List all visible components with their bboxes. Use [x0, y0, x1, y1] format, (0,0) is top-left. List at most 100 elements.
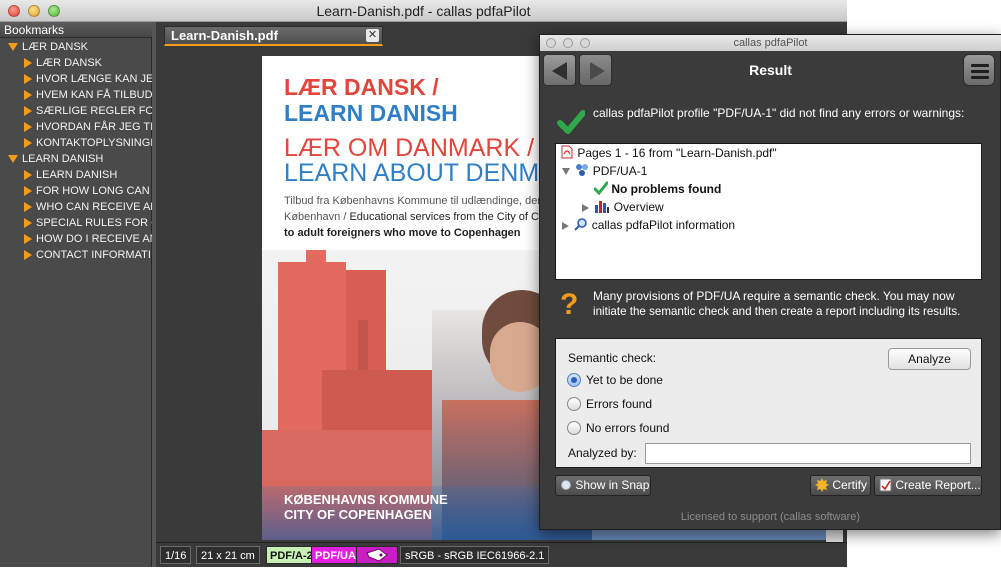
scroll-corner	[826, 528, 843, 542]
disclosure-right-icon[interactable]	[24, 138, 32, 149]
disclosure-right-icon[interactable]	[24, 122, 32, 133]
bookmark-label: LÆR DANSK	[36, 57, 103, 69]
radio-no-errors-found[interactable]	[567, 421, 581, 435]
disclosure-right-icon[interactable]	[24, 186, 32, 197]
bookmark-item[interactable]: SPECIAL RULES FOR C	[24, 215, 152, 231]
bookmark-label: HVORDAN FÅR JEG TI	[36, 121, 152, 133]
disclosure-right-icon[interactable]	[24, 250, 32, 261]
page-body-danish: København /	[284, 211, 350, 223]
bookmark-label: HVOR LÆNGE KAN JEG	[36, 73, 152, 85]
tree-row-profile[interactable]: PDF/UA-1	[562, 163, 647, 179]
bookmark-label: HVEM KAN FÅ TILBUD	[36, 89, 152, 101]
document-tab-label: Learn-Danish.pdf	[171, 28, 278, 43]
page-body-english: Educational services from the City of Co	[349, 211, 546, 223]
disclosure-right-icon[interactable]	[24, 202, 32, 213]
bookmark-item[interactable]: FOR HOW LONG CAN	[24, 183, 152, 199]
bookmark-label: LÆR DANSK	[22, 41, 89, 53]
tree-row-info[interactable]: callas pdfaPilot information	[562, 217, 735, 233]
disclosure-right-icon[interactable]	[24, 234, 32, 245]
disclosure-right-icon[interactable]	[24, 170, 32, 181]
disclosure-right-icon[interactable]	[24, 58, 32, 69]
certify-label: Certify	[832, 478, 868, 492]
bookmark-item[interactable]: HVEM KAN FÅ TILBUD	[24, 87, 152, 103]
dialog-title: callas pdfaPilot	[733, 37, 808, 49]
kommune-line-2: CITY OF COPENHAGEN	[284, 507, 432, 522]
bookmark-item[interactable]: HOW DO I RECEIVE AN	[24, 231, 152, 247]
tree-label-profile: PDF/UA-1	[592, 164, 648, 178]
semantic-message-line-1: Many provisions of PDF/UA require a sema…	[593, 289, 955, 303]
report-icon	[879, 478, 892, 492]
tab-close-icon[interactable]: ✕	[366, 29, 379, 42]
page-title-danish: LÆR DANSK /	[284, 74, 439, 100]
disclosure-right-icon[interactable]	[24, 106, 32, 117]
bookmark-label: WHO CAN RECEIVE AN	[36, 201, 152, 213]
page-indicator[interactable]: 1/16	[160, 546, 192, 564]
certify-button[interactable]: Certify	[810, 475, 871, 496]
disclosure-right-icon[interactable]	[24, 74, 32, 85]
radio-label-errors-found[interactable]: Errors found	[586, 397, 652, 411]
profile-icon	[576, 164, 589, 176]
color-profile: sRGB - sRGB IEC61966-2.1	[400, 546, 550, 564]
bookmarks-panel: Bookmarks LÆR DANSK LÆR DANSK HVOR LÆNGE K…	[0, 22, 152, 567]
bookmark-label: SÆRLIGE REGLER FOR	[36, 105, 152, 117]
page-subtitle-english: LEARN ABOUT DENMA	[284, 159, 556, 187]
tree-row-overview[interactable]: Overview	[582, 199, 664, 215]
expand-down-icon[interactable]	[562, 168, 570, 176]
kommune-line-1: KØBENHAVNS KOMMUNE	[284, 492, 448, 507]
disclosure-down-icon[interactable]	[8, 155, 18, 164]
bookmark-item[interactable]: WHO CAN RECEIVE AN	[24, 199, 152, 215]
certify-seal-icon	[815, 478, 829, 492]
question-icon: ?	[560, 288, 579, 321]
bookmark-label: KONTAKTOPLYSNINGI	[36, 137, 152, 149]
success-message: callas pdfaPilot profile "PDF/UA-1" did …	[593, 106, 965, 120]
bookmark-label: LEARN DANISH	[36, 169, 118, 181]
bookmark-item[interactable]: CONTACT INFORMATI	[24, 247, 152, 263]
disclosure-right-icon[interactable]	[24, 218, 32, 229]
bookmark-item[interactable]: LÆR DANSK	[8, 39, 152, 55]
result-tree[interactable]: Pages 1 - 16 from "Learn-Danish.pdf" PDF…	[555, 143, 982, 280]
analyze-button[interactable]: Analyze	[888, 348, 971, 370]
bookmark-item[interactable]: SÆRLIGE REGLER FOR	[24, 103, 152, 119]
show-in-snap-button[interactable]: Show in Snap	[555, 475, 651, 496]
document-tab[interactable]: Learn-Danish.pdf	[164, 26, 383, 46]
create-report-button[interactable]: Create Report...	[874, 475, 982, 496]
disclosure-right-icon[interactable]	[24, 90, 32, 101]
bookmark-label: SPECIAL RULES FOR C	[36, 217, 152, 229]
city-logo-text: KØBENHAVNS KOMMUNE CITY OF COPENHAGEN	[284, 492, 448, 522]
expand-right-icon[interactable]	[582, 203, 589, 212]
bookmark-item[interactable]: HVORDAN FÅR JEG TI	[24, 119, 152, 135]
pdf-file-icon	[561, 145, 573, 159]
tag-icon	[366, 548, 388, 562]
radio-label-yet-to-be-done[interactable]: Yet to be done	[586, 373, 663, 387]
check-icon	[593, 181, 609, 196]
menu-button[interactable]	[963, 54, 995, 86]
semantic-message-line-2: initiate the semantic check and then cre…	[593, 305, 961, 318]
tree-label-pages: Pages 1 - 16 from "Learn-Danish.pdf"	[577, 146, 777, 160]
bookmark-item[interactable]: LEARN DANISH	[24, 167, 152, 183]
bookmark-item[interactable]: HVOR LÆNGE KAN JEG	[24, 71, 152, 87]
bookmark-item[interactable]: LEARN DANISH	[8, 151, 152, 167]
radio-yet-to-be-done[interactable]	[567, 373, 581, 387]
expand-right-icon[interactable]	[562, 221, 569, 230]
disclosure-down-icon[interactable]	[8, 43, 18, 52]
tree-label-overview: Overview	[613, 200, 664, 214]
snap-icon	[561, 480, 571, 490]
magnifier-icon	[574, 218, 588, 231]
bookmark-label: FOR HOW LONG CAN	[36, 185, 150, 197]
license-text: Licensed to support (callas software)	[680, 511, 861, 523]
result-heading: Result	[749, 62, 792, 78]
radio-label-no-errors-found[interactable]: No errors found	[586, 421, 669, 435]
tree-row-no-problems[interactable]: No problems found	[593, 181, 721, 197]
bookmark-label: LEARN DANISH	[22, 153, 104, 165]
bookmark-item[interactable]: LÆR DANSK	[24, 55, 152, 71]
bookmark-label: HOW DO I RECEIVE AN	[36, 233, 152, 245]
radio-errors-found[interactable]	[567, 397, 581, 411]
bookmark-item[interactable]: KONTAKTOPLYSNINGI	[24, 135, 152, 151]
tree-row-pages[interactable]: Pages 1 - 16 from "Learn-Danish.pdf"	[560, 145, 777, 161]
tag-badge[interactable]	[356, 546, 398, 564]
window-title: Learn-Danish.pdf - callas pdfaPilot	[316, 3, 531, 19]
bookmarks-header: Bookmarks	[0, 22, 152, 38]
create-report-label: Create Report...	[895, 478, 981, 492]
page-body-line-3: to adult foreigners who move to Copenhag…	[284, 227, 521, 239]
analyzed-by-input[interactable]	[645, 443, 971, 464]
